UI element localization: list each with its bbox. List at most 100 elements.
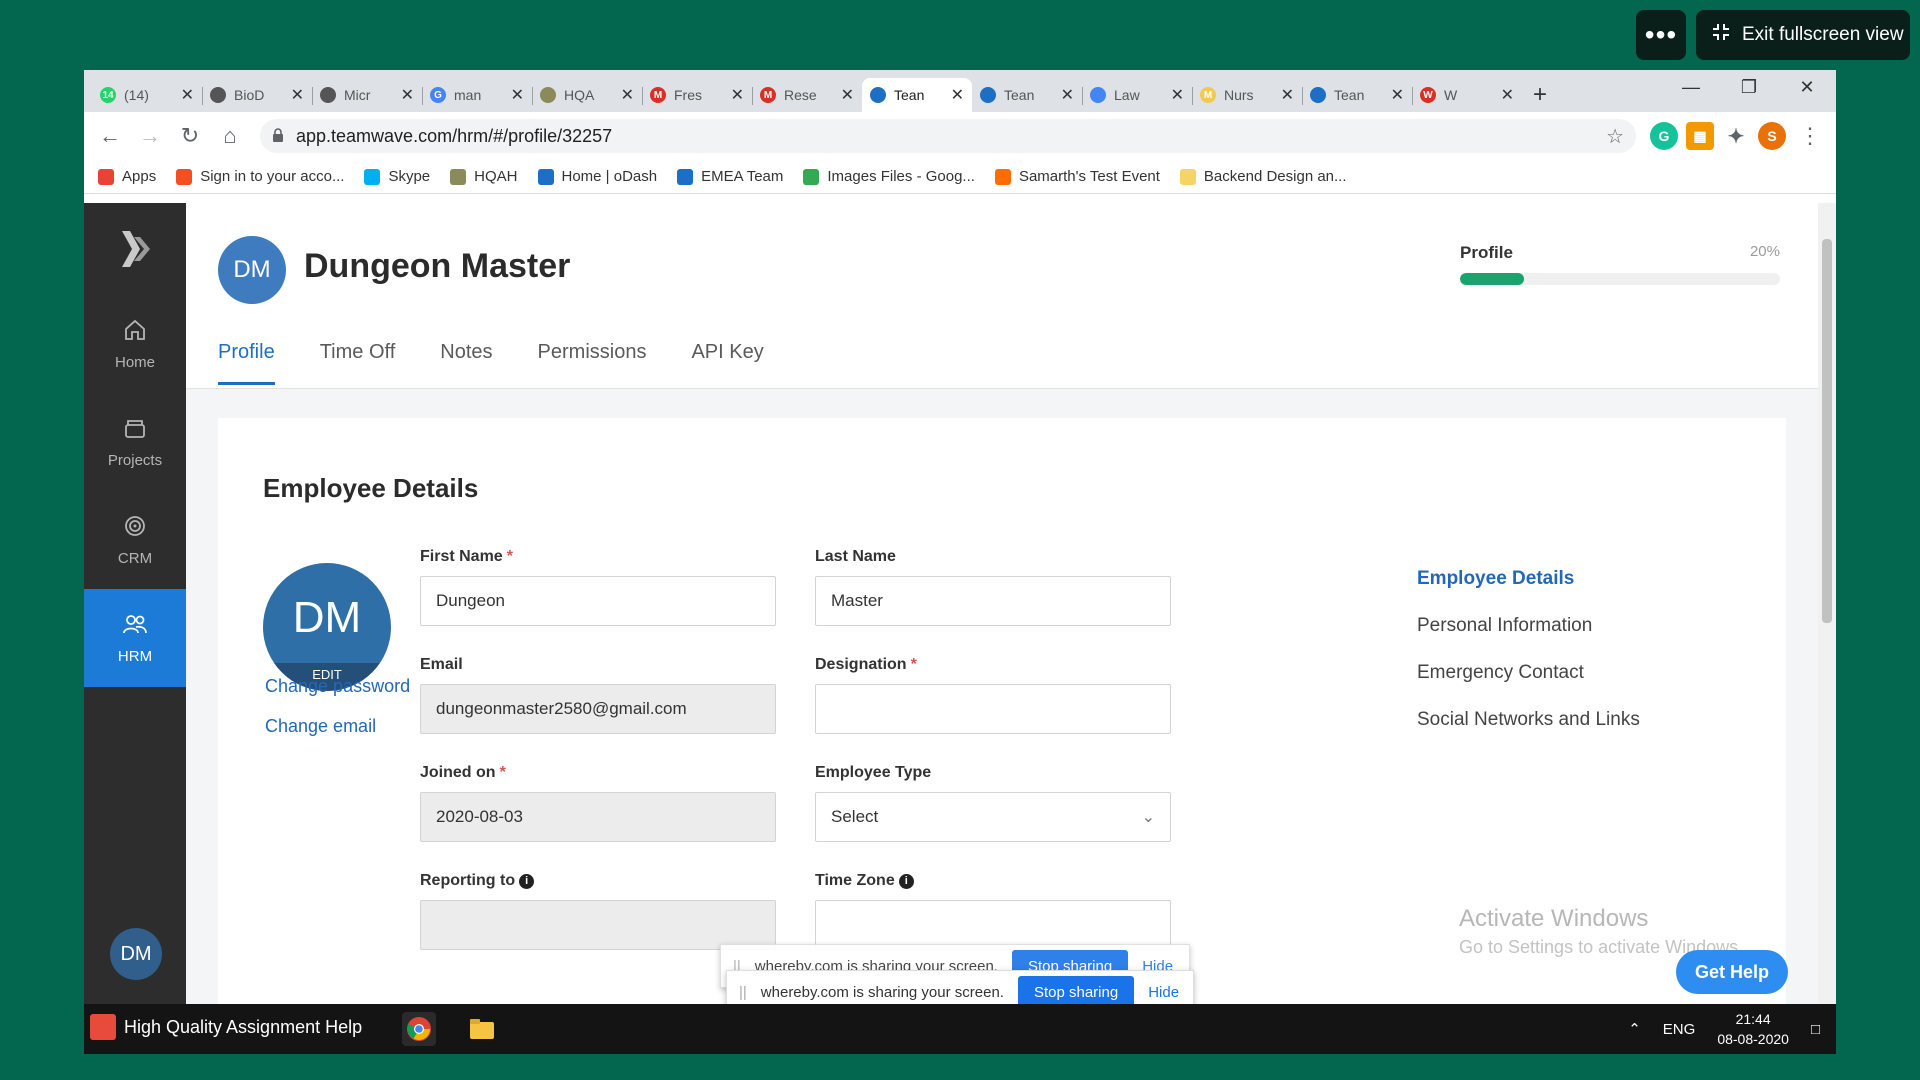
tab-permissions[interactable]: Permissions	[538, 341, 647, 385]
close-tab-icon[interactable]: ✕	[951, 85, 964, 105]
close-tab-icon[interactable]: ✕	[1171, 85, 1184, 105]
close-tab-icon[interactable]: ✕	[1061, 85, 1074, 105]
chevron-up-icon[interactable]: ⌃	[1628, 1020, 1641, 1038]
close-tab-icon[interactable]: ✕	[841, 85, 854, 105]
extension-icon[interactable]: ▦	[1686, 122, 1714, 150]
close-tab-icon[interactable]: ✕	[511, 85, 524, 105]
language-indicator[interactable]: ENG	[1663, 1021, 1696, 1038]
section-link-employee-details[interactable]: Employee Details	[1417, 568, 1640, 590]
employee-avatar[interactable]: DM EDIT	[263, 563, 391, 691]
browser-tab[interactable]: Tean ✕	[862, 78, 972, 112]
chrome-icon[interactable]	[402, 1012, 436, 1046]
page-scrollbar[interactable]	[1818, 203, 1836, 1004]
lock-icon	[272, 126, 284, 147]
sidebar-item-hrm[interactable]: HRM	[84, 589, 186, 687]
browser-tab[interactable]: Tean ✕	[1302, 78, 1412, 112]
back-icon[interactable]: ←	[94, 120, 126, 152]
profile-avatar[interactable]: S	[1758, 122, 1786, 150]
browser-tab[interactable]: M Nurs ✕	[1192, 78, 1302, 112]
bookmark-item[interactable]: Backend Design an...	[1179, 168, 1347, 185]
info-icon[interactable]: i	[519, 873, 535, 889]
browser-tab[interactable]: Tean ✕	[972, 78, 1082, 112]
joined-on-input[interactable]: 2020-08-03	[420, 792, 776, 842]
exit-fullscreen-button[interactable]: Exit fullscreen view	[1696, 10, 1910, 60]
tab-api-key[interactable]: API Key	[691, 341, 763, 385]
browser-tab[interactable]: BioD ✕	[202, 78, 312, 112]
address-bar[interactable]: app.teamwave.com/hrm/#/profile/32257 ☆	[260, 119, 1636, 153]
employee-type-value: Select	[831, 807, 879, 826]
activate-windows-title: Activate Windows	[1459, 905, 1649, 932]
sidebar-item-crm[interactable]: CRM	[84, 491, 186, 589]
minimize-icon[interactable]: —	[1662, 70, 1720, 104]
sidebar-item-home[interactable]: Home	[84, 295, 186, 393]
menu-icon[interactable]: ⋮	[1794, 120, 1826, 152]
restore-icon[interactable]: ❐	[1720, 70, 1778, 104]
new-tab-button[interactable]: +	[1522, 78, 1558, 112]
close-tab-icon[interactable]: ✕	[1281, 85, 1294, 105]
docs-icon	[1090, 87, 1106, 103]
time-zone-input[interactable]	[815, 900, 1171, 950]
close-tab-icon[interactable]: ✕	[1391, 85, 1404, 105]
browser-tab[interactable]: M Rese ✕	[752, 78, 862, 112]
first-name-input[interactable]: Dungeon	[420, 576, 776, 626]
get-help-button[interactable]: Get Help	[1676, 950, 1788, 994]
close-tab-icon[interactable]: ✕	[621, 85, 634, 105]
section-link-social-networks-and-links[interactable]: Social Networks and Links	[1417, 709, 1640, 731]
bookmark-item[interactable]: Samarth's Test Event	[994, 168, 1160, 185]
section-link-emergency-contact[interactable]: Emergency Contact	[1417, 662, 1640, 684]
browser-tab[interactable]: Micr ✕	[312, 78, 422, 112]
taskbar-app[interactable]: High Quality Assignment Help	[90, 1014, 362, 1040]
browser-tab[interactable]: HQA ✕	[532, 78, 642, 112]
clock-date: 08-08-2020	[1717, 1031, 1789, 1047]
hide-button[interactable]: Hide	[1148, 984, 1179, 1001]
sidebar-item-label: HRM	[117, 647, 153, 665]
star-icon[interactable]: ☆	[1606, 124, 1624, 149]
close-tab-icon[interactable]: ✕	[731, 85, 744, 105]
tab-time-off[interactable]: Time Off	[320, 341, 396, 385]
reload-icon[interactable]: ↻	[174, 120, 206, 152]
employee-type-select[interactable]: Select ⌄	[815, 792, 1171, 842]
file-explorer-icon[interactable]	[465, 1012, 499, 1046]
bookmark-item[interactable]: EMEA Team	[677, 168, 783, 185]
forward-icon[interactable]: →	[134, 120, 166, 152]
grammarly-icon[interactable]: G	[1650, 122, 1678, 150]
bookmark-item[interactable]: Images Files - Goog...	[803, 168, 975, 185]
puzzle-icon[interactable]: ✦	[1722, 122, 1750, 150]
tab-notes[interactable]: Notes	[440, 341, 492, 385]
browser-tab[interactable]: M Fres ✕	[642, 78, 752, 112]
user-avatar[interactable]: DM	[110, 928, 162, 980]
bookmark-item[interactable]: Home | oDash	[537, 168, 657, 185]
close-tab-icon[interactable]: ✕	[1501, 85, 1514, 105]
browser-tab[interactable]: 14 (14) ✕	[92, 78, 202, 112]
teamwave-logo[interactable]	[84, 203, 186, 295]
tab-profile[interactable]: Profile	[218, 341, 275, 385]
bookmark-item[interactable]: Apps	[98, 168, 156, 185]
browser-tab[interactable]: W W ✕	[1412, 78, 1522, 112]
email-field: Email dungeonmaster2580@gmail.com	[420, 656, 776, 734]
close-window-icon[interactable]: ✕	[1778, 70, 1836, 104]
change-email-link[interactable]: Change email	[265, 716, 376, 737]
browser-tab[interactable]: Law ✕	[1082, 78, 1192, 112]
change-password-link[interactable]: Change password	[265, 676, 410, 697]
browser-tab[interactable]: Gman ✕	[422, 78, 532, 112]
reporting-to-input[interactable]	[420, 900, 776, 950]
info-icon[interactable]: i	[898, 873, 914, 889]
close-tab-icon[interactable]: ✕	[291, 85, 304, 105]
close-tab-icon[interactable]: ✕	[181, 85, 194, 105]
bookmark-item[interactable]: Sign in to your acco...	[176, 168, 344, 185]
clock[interactable]: 21:44 08-08-2020	[1717, 1009, 1789, 1049]
home-icon[interactable]: ⌂	[214, 120, 246, 152]
projects-icon	[123, 416, 147, 444]
bookmark-item[interactable]: Skype	[364, 168, 430, 185]
last-name-input[interactable]: Master	[815, 576, 1171, 626]
sidebar-item-projects[interactable]: Projects	[84, 393, 186, 491]
section-link-personal-information[interactable]: Personal Information	[1417, 615, 1640, 637]
notification-icon[interactable]: □	[1811, 1021, 1820, 1038]
bookmark-item[interactable]: HQAH	[450, 168, 518, 185]
more-options-button[interactable]: •••	[1636, 10, 1686, 60]
designation-input[interactable]	[815, 684, 1171, 734]
scrollbar-thumb[interactable]	[1822, 239, 1832, 623]
taskbar: High Quality Assignment Help ⌃ ENG 21:44…	[84, 1004, 1836, 1054]
close-tab-icon[interactable]: ✕	[401, 85, 414, 105]
hqah-icon	[540, 87, 556, 103]
